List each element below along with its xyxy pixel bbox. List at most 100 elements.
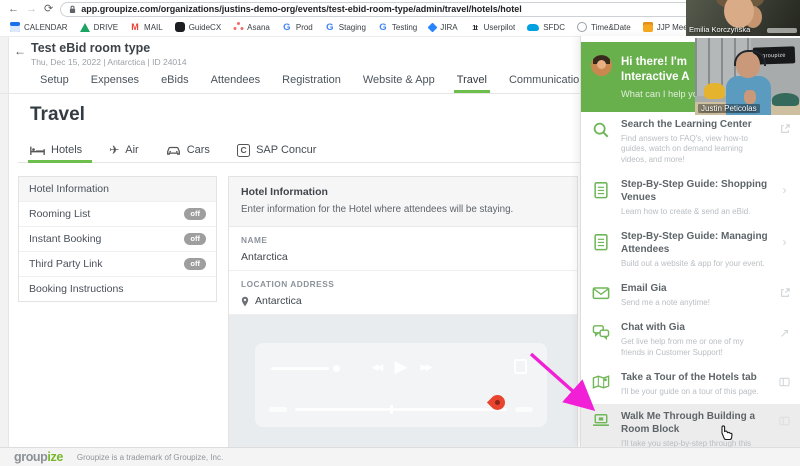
bookmark-prod[interactable]: Prod [282,22,313,32]
url-bar: ← → ⟳ app.groupize.com/organizations/jus… [0,0,800,18]
concur-icon: C [237,144,250,157]
back-arrow-icon[interactable]: ← [14,44,26,58]
sidebar-item-booking-instructions[interactable]: Booking Instructions [19,277,216,301]
gmail-icon [130,22,140,32]
event-subtitle: Thu, Dec 15, 2022 | Antarctica | ID 2401… [31,57,187,67]
page-title: Travel [30,104,85,126]
form-title: Hotel Information [241,186,565,198]
hotel-settings-panel: Hotel Information Rooming Listoff Instan… [18,176,217,302]
name-input[interactable]: Antarctica [229,247,577,271]
browser-chrome: ← → ⟳ app.groupize.com/organizations/jus… [0,0,800,36]
name-label: NAME [229,227,577,247]
event-title: Test eBid room type [31,41,150,55]
tabs-divider [0,93,582,94]
external-link-icon [777,119,792,136]
url-text: app.groupize.com/organizations/justins-d… [81,4,522,14]
chevron-right-icon: › [777,179,792,196]
participant-name-label: Emilia Korczyńska [689,25,750,34]
participant-figure [724,0,754,28]
address-bar[interactable]: app.groupize.com/organizations/justins-d… [60,2,726,17]
screen: ← → ⟳ app.groupize.com/organizations/jus… [0,0,800,466]
laptop-icon [589,411,613,428]
sidebar-item-rooming-list[interactable]: Rooming Listoff [19,202,216,227]
progress-thumb[interactable] [390,405,393,414]
remaining-time [515,407,533,412]
assistant-item-guide-shopping-venues[interactable]: Step-By-Step Guide: Shopping VenuesLearn… [581,172,800,224]
assistant-item-email-gia[interactable]: Email GiaSend me a note anytime! [581,276,800,315]
video-thumbnail-emilia[interactable]: Emilia Korczyńska [686,0,800,36]
map-icon [589,372,613,390]
tab-setup[interactable]: Setup [40,69,69,91]
drive-icon [80,23,90,32]
subtab-cars[interactable]: Cars [166,144,210,156]
assistant-item-take-a-tour[interactable]: Take a Tour of the Hotels tabI'll be you… [581,365,800,404]
subtabs-divider [18,162,580,163]
tab-website-app[interactable]: Website & App [363,69,435,91]
office-background [772,93,799,106]
browser-back-icon[interactable]: ← [8,4,19,15]
player-menu-icon[interactable] [514,359,527,374]
clock-icon [577,22,587,32]
page-footer: groupize Groupize is a trademark of Grou… [0,447,800,466]
rewind-icon[interactable]: ◀◀ [372,362,382,373]
guidecx-icon [175,22,185,32]
tour-card-icon [777,411,792,428]
address-input[interactable]: Antarctica [229,291,577,315]
google-icon [325,22,335,32]
assistant-item-guide-managing-attendees[interactable]: Step-By-Step Guide: Managing AttendeesBu… [581,224,800,276]
external-link-icon [777,283,792,300]
participant-name-label: Justin Peticolas [698,104,760,113]
tab-attendees[interactable]: Attendees [211,69,261,91]
tour-card-icon [777,372,792,389]
sidebar-item-third-party-link[interactable]: Third Party Linkoff [19,252,216,277]
bookmark-staging[interactable]: Staging [325,22,366,32]
subtab-air[interactable]: ✈ Air [109,143,139,157]
tab-expenses[interactable]: Expenses [91,69,139,91]
video-thumbnail-justin[interactable]: groupize Justin Peticolas [695,38,800,115]
tab-ebids[interactable]: eBids [161,69,189,91]
tab-registration[interactable]: Registration [282,69,341,91]
watermark [767,28,797,33]
bookmark-testing[interactable]: Testing [378,22,417,32]
hotel-information-form: Hotel Information Enter information for … [228,176,578,447]
bookmark-jira[interactable]: JIRA [429,23,457,32]
bookmark-drive[interactable]: DRIVE [80,23,118,32]
gia-avatar [591,55,612,76]
google-icon [378,22,388,32]
chat-bubbles-icon [589,322,613,340]
launch-arrow-icon: ↗ [777,322,792,339]
assistant-item-search-learning-center[interactable]: Search the Learning CenterFind answers t… [581,112,800,172]
sidebar-item-instant-booking[interactable]: Instant Bookingoff [19,227,216,252]
assistant-item-chat-with-gia[interactable]: Chat with GiaGet live help from me or on… [581,315,800,365]
subtab-hotels[interactable]: Hotels [30,144,82,156]
travel-subtabs: Hotels ✈ Air Cars C SAP Concur [30,139,316,161]
bookmark-guidecx[interactable]: GuideCX [175,22,221,32]
play-icon[interactable]: ▶ [394,357,407,377]
bed-icon [30,144,45,156]
browser-forward-icon[interactable]: → [26,4,37,15]
sidebar-item-hotel-information[interactable]: Hotel Information [19,177,216,202]
bookmark-timeanddate[interactable]: Time&Date [577,22,631,32]
subtab-sap-concur[interactable]: C SAP Concur [237,144,316,157]
bookmark-sfdc[interactable]: SFDC [527,23,565,32]
meeting-icon [643,22,653,32]
tab-travel[interactable]: Travel [457,69,487,91]
clipboard-icon [589,231,613,251]
active-subtab-underline [28,160,92,163]
forward-icon[interactable]: ▶▶ [421,362,431,373]
clipboard-icon [589,179,613,199]
bookmark-mail[interactable]: MAIL [130,22,163,32]
location-map[interactable]: ◀◀ ▶ ▶▶ [229,315,577,447]
google-icon [282,22,292,32]
chevron-right-icon: › [777,231,792,248]
car-icon [166,144,181,156]
bookmark-userpilot[interactable]: Userpilot [470,22,516,32]
status-badge: off [184,233,206,245]
left-rail [0,36,9,447]
bookmark-asana[interactable]: Asana [233,22,270,32]
tab-communications[interactable]: Communications [509,69,591,91]
browser-refresh-icon[interactable]: ⟳ [44,4,53,15]
salesforce-cloud-icon [527,24,539,31]
bookmark-calendar[interactable]: CALENDAR [10,22,68,32]
status-badge: off [184,208,206,220]
